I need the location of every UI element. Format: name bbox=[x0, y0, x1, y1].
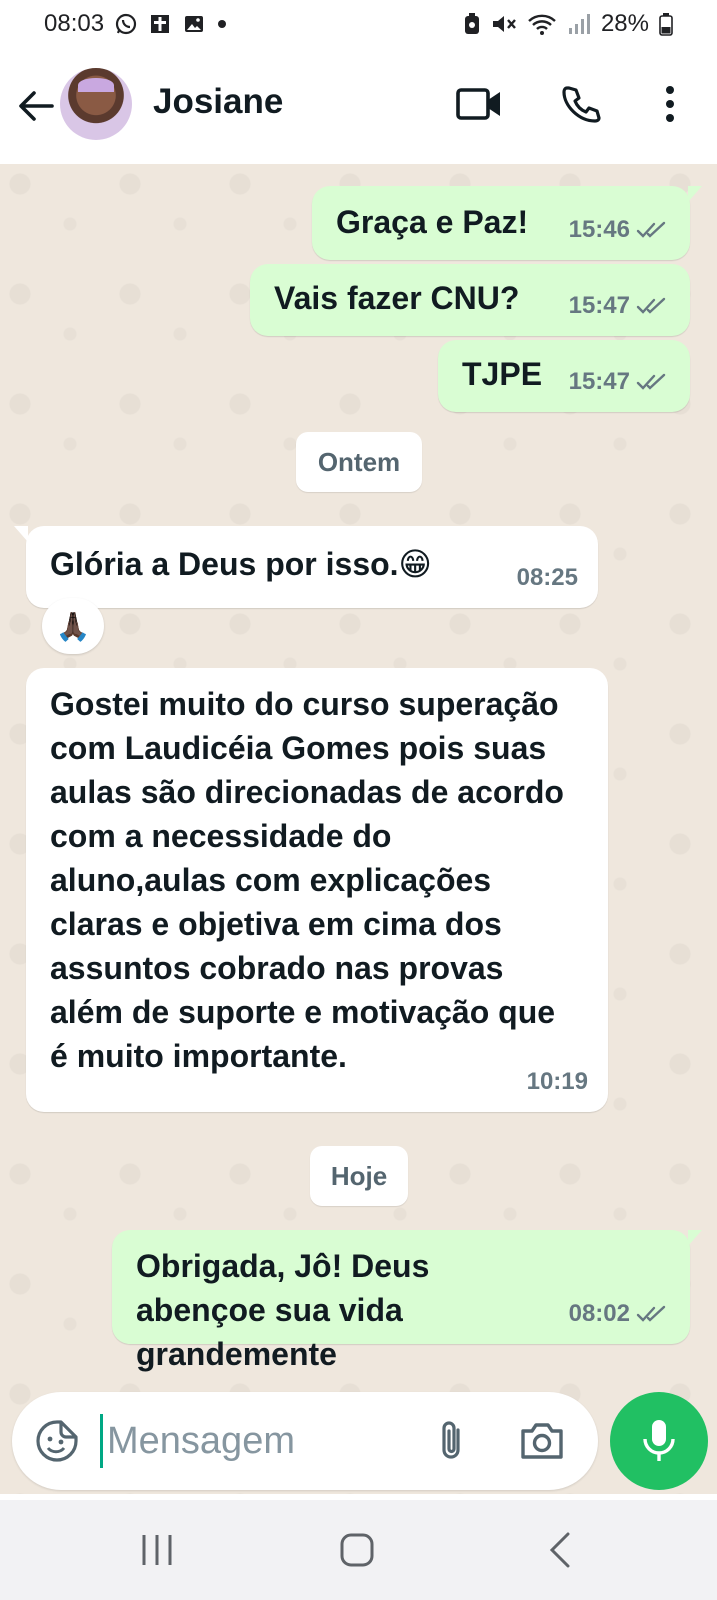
date-divider: Hoje bbox=[310, 1146, 408, 1206]
more-options-button[interactable] bbox=[644, 78, 696, 130]
more-vert-icon bbox=[666, 86, 674, 122]
message-input[interactable] bbox=[100, 1414, 400, 1468]
status-bar: 08:03 28% bbox=[0, 0, 717, 48]
home-button[interactable] bbox=[327, 1528, 387, 1572]
battery-icon bbox=[659, 12, 673, 36]
recent-apps-icon bbox=[142, 1535, 172, 1565]
tool-icon bbox=[148, 12, 172, 36]
message-bubble[interactable]: Vais fazer CNU? 15:47 bbox=[250, 264, 690, 336]
phone-icon bbox=[562, 86, 601, 123]
message-time: 08:25 bbox=[516, 564, 578, 591]
back-button[interactable] bbox=[14, 84, 58, 128]
message-time: 08:02 bbox=[568, 1300, 630, 1327]
message-meta: 08:02 bbox=[569, 1292, 670, 1336]
system-nav-bar bbox=[0, 1500, 717, 1600]
message-text: Obrigada, Jô! Deus abençoe sua vida gran… bbox=[136, 1248, 430, 1372]
avatar[interactable] bbox=[60, 68, 132, 140]
message-bubble[interactable]: TJPE 15:47 bbox=[438, 340, 690, 412]
attach-icon bbox=[442, 1421, 460, 1459]
back-icon bbox=[549, 1532, 570, 1568]
whatsapp-icon bbox=[114, 12, 138, 36]
message-text: Glória a Deus por isso.😁 bbox=[50, 546, 432, 582]
mic-icon bbox=[643, 1420, 675, 1461]
status-time: 08:03 bbox=[44, 10, 105, 37]
read-ticks-icon bbox=[636, 373, 666, 390]
status-right: 28% bbox=[463, 10, 673, 38]
message-bubble[interactable]: Gostei muito do curso superação com Laud… bbox=[26, 668, 608, 1112]
camera-button[interactable] bbox=[514, 1414, 570, 1468]
dot-icon bbox=[216, 18, 228, 30]
camera-icon bbox=[521, 1423, 563, 1459]
home-icon bbox=[340, 1533, 374, 1567]
video-call-icon bbox=[456, 88, 500, 120]
sticker-icon bbox=[36, 1420, 78, 1462]
message-bubble[interactable]: Graça e Paz! 15:46 bbox=[312, 186, 702, 260]
read-ticks-icon bbox=[636, 1305, 666, 1322]
system-back-button[interactable] bbox=[530, 1528, 590, 1572]
battery-saver-icon bbox=[463, 12, 481, 36]
message-time: 15:47 bbox=[568, 292, 630, 319]
message-meta: 15:47 bbox=[569, 284, 670, 328]
wifi-icon bbox=[527, 12, 557, 36]
message-time: 10:19 bbox=[526, 1068, 588, 1095]
message-time: 15:46 bbox=[568, 216, 630, 243]
image-icon bbox=[182, 12, 206, 36]
voice-call-button[interactable] bbox=[555, 78, 607, 130]
message-meta: 10:19 bbox=[527, 1060, 588, 1104]
video-call-button[interactable] bbox=[453, 78, 505, 130]
chat-header: Josiane bbox=[0, 48, 717, 164]
message-meta: 15:46 bbox=[569, 208, 670, 252]
reaction-emoji: 🙏🏿 bbox=[55, 610, 91, 642]
message-composer bbox=[12, 1392, 598, 1490]
sticker-button[interactable] bbox=[34, 1418, 80, 1464]
mute-icon bbox=[491, 12, 517, 36]
signal-icon bbox=[567, 12, 591, 36]
read-ticks-icon bbox=[636, 297, 666, 314]
status-left: 08:03 bbox=[44, 10, 228, 38]
voice-message-button[interactable] bbox=[610, 1392, 708, 1490]
read-ticks-icon bbox=[636, 221, 666, 238]
back-arrow-icon bbox=[19, 91, 54, 121]
contact-name[interactable]: Josiane bbox=[153, 82, 283, 122]
attach-button[interactable] bbox=[426, 1414, 476, 1468]
date-divider: Ontem bbox=[296, 432, 422, 492]
message-text: Gostei muito do curso superação com Laud… bbox=[50, 686, 564, 1074]
message-meta: 15:47 bbox=[569, 360, 670, 404]
message-bubble[interactable]: Obrigada, Jô! Deus abençoe sua vida gran… bbox=[112, 1230, 702, 1372]
recent-apps-button[interactable] bbox=[127, 1528, 187, 1572]
message-bubble[interactable]: Glória a Deus por isso.😁 08:25 bbox=[14, 526, 598, 608]
chat-area[interactable]: Graça e Paz! 15:46 Vais fazer CNU? 15:47… bbox=[0, 164, 717, 1494]
battery-percent: 28% bbox=[600, 10, 649, 37]
message-time: 15:47 bbox=[568, 368, 630, 395]
message-meta: 08:25 bbox=[517, 556, 578, 600]
reaction-badge[interactable]: 🙏🏿 bbox=[42, 598, 104, 654]
